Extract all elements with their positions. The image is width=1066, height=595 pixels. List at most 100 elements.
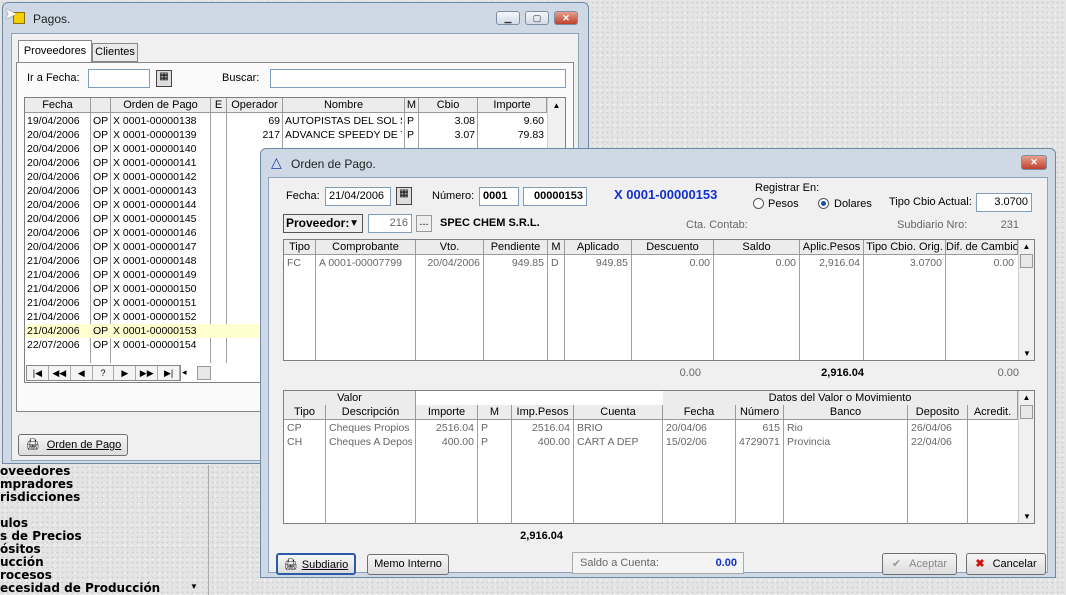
nav-button[interactable]: ◀	[71, 366, 93, 380]
table-cell[interactable]: 21/04/2006	[27, 324, 88, 338]
column-header[interactable]: Fecha	[663, 405, 736, 420]
column-header[interactable]: Aplicado	[565, 240, 632, 255]
chevron-down-icon[interactable]: ▼	[190, 582, 198, 591]
table-cell[interactable]: X 0001-00000153	[113, 324, 208, 338]
table-cell[interactable]: 3.08	[421, 114, 475, 128]
table-cell[interactable]: 15/02/06	[666, 435, 732, 449]
column-header[interactable]: Tipo	[284, 240, 316, 255]
nav-button[interactable]: ◀◀	[49, 366, 71, 380]
table-cell[interactable]: OP	[93, 156, 108, 170]
table-cell[interactable]: OP	[93, 254, 108, 268]
table-cell[interactable]: 0.00	[949, 256, 1014, 270]
table-cell[interactable]	[213, 128, 224, 142]
table-cell[interactable]: OP	[93, 296, 108, 310]
fecha-input[interactable]: 21/04/2006	[325, 187, 391, 206]
table-cell[interactable]: 69	[229, 114, 280, 128]
column-header[interactable]: Pendiente	[484, 240, 548, 255]
column-header[interactable]: Acredit.	[968, 405, 1018, 420]
close-button[interactable]: ✕	[1021, 155, 1047, 170]
table-cell[interactable]: OP	[93, 226, 108, 240]
table-cell[interactable]: OP	[93, 142, 108, 156]
table-cell[interactable]: OP	[93, 184, 108, 198]
table-cell[interactable]: CP	[287, 421, 322, 435]
table-cell[interactable]: 20/04/2006	[27, 198, 88, 212]
table-cell[interactable]	[213, 268, 224, 282]
table-cell[interactable]: 19/04/2006	[27, 114, 88, 128]
table-cell[interactable]: OP	[93, 268, 108, 282]
column-header[interactable]: Tipo Cbio. Orig.	[864, 240, 946, 255]
table-cell[interactable]: X 0001-00000151	[113, 296, 208, 310]
table-cell[interactable]	[213, 142, 224, 156]
scroll-thumb[interactable]	[1020, 254, 1033, 268]
orden-de-pago-button[interactable]: 🖨 Orden de Pago	[18, 434, 128, 456]
column-header[interactable]: Cuenta	[574, 405, 663, 420]
table-cell[interactable]: 20/04/2006	[27, 212, 88, 226]
h-scroll-thumb[interactable]	[197, 366, 211, 380]
table-cell[interactable]	[971, 421, 1014, 435]
calendar-icon[interactable]: ▦	[156, 70, 172, 87]
numero-input[interactable]: 00000153	[523, 187, 587, 206]
numero-serie-input[interactable]: 0001	[479, 187, 519, 206]
column-header[interactable]: Descuento	[632, 240, 714, 255]
column-header[interactable]: Imp.Pesos	[512, 405, 574, 420]
table-cell[interactable]: 0.00	[717, 256, 796, 270]
scroll-down-icon[interactable]: ▼	[1023, 512, 1031, 521]
nav-button[interactable]: |◀	[27, 366, 49, 380]
column-header[interactable]: Orden de Pago	[111, 98, 211, 113]
table-cell[interactable]: OP	[93, 338, 108, 352]
table-cell[interactable]: X 0001-00000148	[113, 254, 208, 268]
table-cell[interactable]: Provincia	[787, 435, 904, 449]
table-cell[interactable]: 2516.04	[419, 421, 474, 435]
table-cell[interactable]: CH	[287, 435, 322, 449]
table-cell[interactable]: 20/04/2006	[27, 184, 88, 198]
table-cell[interactable]: 21/04/2006	[27, 282, 88, 296]
table-cell[interactable]: 21/04/2006	[27, 310, 88, 324]
column-header[interactable]: Operador	[227, 98, 283, 113]
menu-item[interactable]: risdicciones	[0, 491, 200, 504]
column-header[interactable]: Fecha	[25, 98, 91, 113]
vertical-scrollbar[interactable]: ▲ ▼	[1018, 240, 1034, 360]
column-header[interactable]: M	[478, 405, 512, 420]
table-cell[interactable]: OP	[93, 198, 108, 212]
scroll-up-icon[interactable]: ▲	[1019, 240, 1034, 251]
table-cell[interactable]: X 0001-00000144	[113, 198, 208, 212]
table-cell[interactable]: 47290710	[739, 435, 780, 449]
scroll-thumb[interactable]	[1020, 405, 1033, 419]
table-cell[interactable]: 3.07	[421, 128, 475, 142]
scroll-up-icon[interactable]: ▲	[548, 98, 565, 110]
close-button[interactable]: ✕	[554, 11, 578, 25]
table-cell[interactable]: 21/04/2006	[27, 254, 88, 268]
column-header[interactable]: Saldo	[714, 240, 800, 255]
cancelar-button[interactable]: ✖ Cancelar	[966, 553, 1046, 575]
table-cell[interactable]: OP	[93, 324, 108, 338]
table-cell[interactable]	[213, 226, 224, 240]
table-cell[interactable]: X 0001-00000152	[113, 310, 208, 324]
column-header[interactable]: E	[211, 98, 227, 113]
column-header[interactable]: M	[548, 240, 565, 255]
table-cell[interactable]: D	[551, 256, 561, 270]
table-cell[interactable]	[213, 114, 224, 128]
table-cell[interactable]	[213, 170, 224, 184]
nav-button[interactable]: ▶	[114, 366, 137, 380]
column-header[interactable]: Tipo	[284, 405, 326, 420]
ir-a-fecha-input[interactable]	[88, 69, 150, 88]
table-cell[interactable]	[213, 198, 224, 212]
table-cell[interactable]: OP	[93, 240, 108, 254]
table-cell[interactable]	[213, 296, 224, 310]
buscar-input[interactable]	[270, 69, 566, 88]
table-cell[interactable]: 20/04/2006	[27, 240, 88, 254]
table-cell[interactable]	[213, 240, 224, 254]
proveedor-code-input[interactable]: 216	[368, 214, 412, 233]
table-cell[interactable]	[213, 282, 224, 296]
column-header[interactable]: Deposito	[908, 405, 968, 420]
scroll-down-icon[interactable]: ▼	[1023, 349, 1031, 358]
memo-interno-button[interactable]: Memo Interno	[367, 554, 449, 575]
column-header[interactable]: Número	[736, 405, 784, 420]
table-cell[interactable]	[971, 435, 1014, 449]
table-cell[interactable]: 22/07/2006	[27, 338, 88, 352]
column-header[interactable]: Nombre	[283, 98, 405, 113]
tab-proveedores[interactable]: Proveedores	[18, 40, 92, 62]
table-cell[interactable]	[213, 212, 224, 226]
table-cell[interactable]	[213, 184, 224, 198]
table-cell[interactable]: OP	[93, 282, 108, 296]
